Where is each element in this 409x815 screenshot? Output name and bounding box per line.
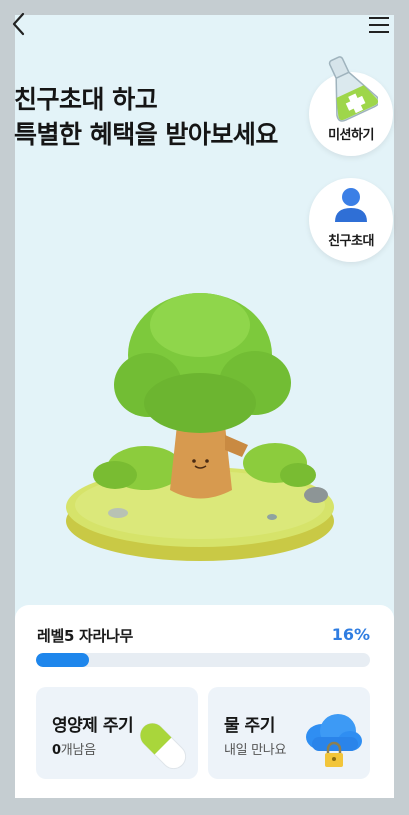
- page-headline: 친구초대 하고 특별한 혜택을 받아보세요: [14, 82, 304, 152]
- locked-cloud-icon: [306, 714, 362, 767]
- back-button[interactable]: [8, 10, 32, 38]
- level-progress-bar: [36, 653, 370, 667]
- nutrient-count-suffix: 개남음: [60, 743, 96, 758]
- chevron-left-icon: [12, 12, 25, 36]
- capsule-icon: [139, 722, 187, 770]
- headline-line-1: 친구초대 하고: [14, 85, 158, 114]
- tree-illustration: [66, 293, 334, 561]
- invite-button-label: 친구초대: [328, 234, 374, 249]
- person-icon: [335, 188, 367, 222]
- hamburger-menu-icon: [369, 17, 389, 33]
- nutrient-count: 0: [52, 743, 61, 758]
- nutrient-remaining: 0개남음: [52, 739, 96, 758]
- mission-button-label: 미션하기: [328, 128, 374, 143]
- level-panel: 레벨5 자라나무 16% 영양제 주기 0개남음 물 주기 내일 만나요: [15, 605, 394, 798]
- give-nutrient-card[interactable]: 영양제 주기 0개남음: [36, 687, 198, 779]
- give-water-title: 물 주기: [224, 716, 275, 736]
- level-progress-fill: [36, 653, 90, 667]
- level-title: 레벨5 자라나무: [37, 627, 134, 645]
- menu-button[interactable]: [366, 14, 392, 36]
- give-water-card[interactable]: 물 주기 내일 만나요: [208, 687, 370, 779]
- give-water-subtitle: 내일 만나요: [224, 743, 287, 758]
- give-nutrient-title: 영양제 주기: [52, 716, 134, 736]
- level-percent: 16%: [331, 625, 370, 644]
- headline-line-2: 특별한 혜택을 받아보세요: [14, 120, 278, 149]
- flask-icon: [328, 56, 378, 122]
